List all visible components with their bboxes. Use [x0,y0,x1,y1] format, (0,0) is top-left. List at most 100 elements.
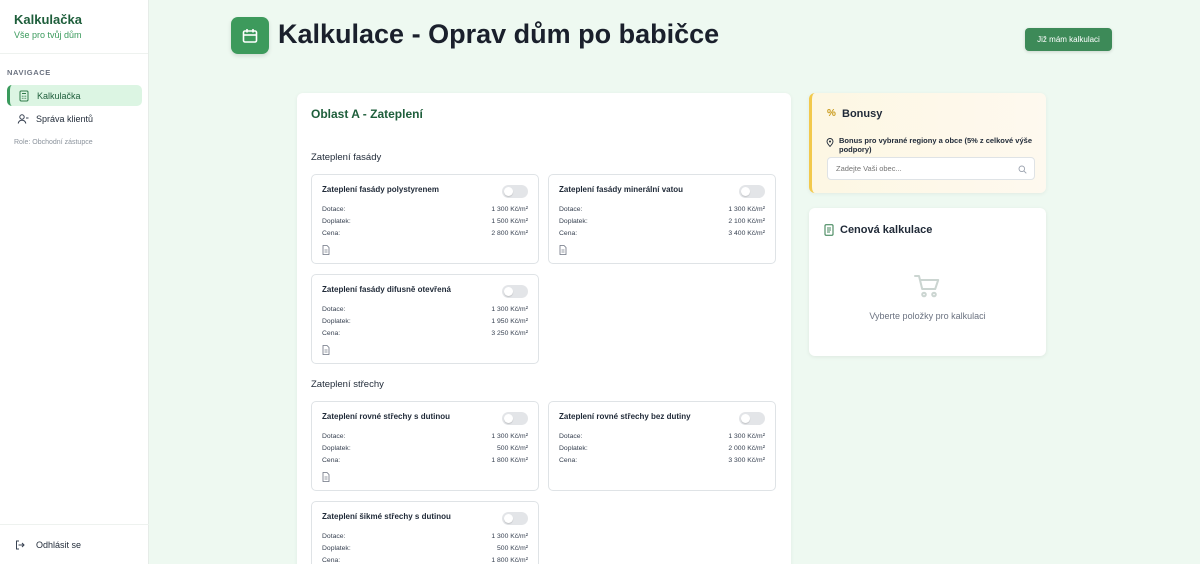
receipt-icon [824,224,834,236]
user-role: Role: Obchodní zástupce [14,139,93,146]
product-card[interactable]: Zateplení fasády minerální vatou Dotace:… [548,174,776,264]
price-row-dotace: Dotace: 1 300 Kč/m² [322,433,528,440]
price-row-cena: Cena: 3 400 Kč/m² [559,230,765,237]
price-row-dotace: Dotace: 1 300 Kč/m² [559,433,765,440]
bonus-panel: % Bonusy Bonus pro vybrané regiony a obc… [809,93,1046,193]
product-toggle[interactable] [739,412,765,425]
row-value: 2 100 Kč/m² [728,218,765,225]
sidebar-item-label: Správa klientů [36,113,94,124]
price-row-doplatek: Doplatek: 500 Kč/m² [322,445,528,452]
area-title: Oblast A - Zateplení [311,107,423,121]
price-row-dotace: Dotace: 1 300 Kč/m² [322,533,528,540]
row-label: Dotace: [559,433,583,440]
row-value: 3 300 Kč/m² [728,457,765,464]
product-name: Zateplení rovné střechy s dutinou [322,412,451,421]
product-toggle[interactable] [502,285,528,298]
price-row-dotace: Dotace: 1 300 Kč/m² [322,206,528,213]
pricing-title: Cenová kalkulace [840,224,933,236]
row-label: Doplatek: [322,445,351,452]
document-icon[interactable] [322,245,330,255]
row-label: Doplatek: [559,445,588,452]
price-row-doplatek: Doplatek: 1 500 Kč/m² [322,218,528,225]
bonus-note: Bonus pro vybrané regiony a obce (5% z c… [839,136,1032,154]
product-toggle[interactable] [739,185,765,198]
municipality-search[interactable] [827,157,1035,180]
price-row-dotace: Dotace: 1 300 Kč/m² [322,306,528,313]
price-row-doplatek: Doplatek: 1 950 Kč/m² [322,318,528,325]
location-pin-icon [826,138,834,147]
document-icon[interactable] [322,472,330,482]
product-card[interactable]: Zateplení rovné střechy bez dutiny Dotac… [548,401,776,491]
calendar-icon [231,17,269,54]
row-value: 3 250 Kč/m² [491,330,528,337]
row-value: 1 800 Kč/m² [491,457,528,464]
row-value: 3 400 Kč/m² [728,230,765,237]
row-value: 1 950 Kč/m² [491,318,528,325]
cart-icon [913,272,941,300]
logout-label: Odhlásit se [36,539,82,550]
sidebar: Kalkulačka Vše pro tvůj dům NAVIGACE Kal… [0,0,149,564]
sidebar-item-label: Kalkulačka [37,90,81,101]
sidebar-item-kalkulacka[interactable]: Kalkulačka [7,85,142,106]
row-value: 1 300 Kč/m² [728,433,765,440]
sidebar-item-sprava-klientu[interactable]: Správa klientů [7,108,142,129]
row-label: Cena: [322,557,341,564]
row-label: Cena: [322,230,341,237]
price-row-cena: Cena: 1 800 Kč/m² [322,557,528,564]
product-name: Zateplení rovné střechy bez dutiny [559,412,691,421]
row-value: 1 300 Kč/m² [491,433,528,440]
municipality-search-input[interactable] [836,164,1016,173]
row-label: Doplatek: [559,218,588,225]
row-value: 1 300 Kč/m² [491,533,528,540]
brand-title[interactable]: Kalkulačka [14,12,134,27]
product-toggle[interactable] [502,185,528,198]
price-row-doplatek: Doplatek: 2 100 Kč/m² [559,218,765,225]
price-row-cena: Cena: 3 250 Kč/m² [322,330,528,337]
row-label: Cena: [322,457,341,464]
nav-heading: NAVIGACE [7,68,51,77]
search-icon[interactable] [1018,165,1027,174]
row-value: 1 300 Kč/m² [491,306,528,313]
product-card[interactable]: Zateplení fasády difusně otevřená Dotace… [311,274,539,364]
price-row-dotace: Dotace: 1 300 Kč/m² [559,206,765,213]
row-label: Dotace: [559,206,583,213]
product-name: Zateplení fasády difusně otevřená [322,285,451,294]
document-icon[interactable] [559,245,567,255]
row-value: 1 800 Kč/m² [491,557,528,564]
product-card[interactable]: Zateplení fasády polystyrenem Dotace: 1 3… [311,174,539,264]
row-value: 500 Kč/m² [497,445,528,452]
calculator-icon [18,90,30,102]
row-label: Doplatek: [322,545,351,552]
existing-calculation-button[interactable]: Již mám kalkulaci [1025,28,1112,51]
price-row-cena: Cena: 1 800 Kč/m² [322,457,528,464]
row-label: Doplatek: [322,218,351,225]
price-row-doplatek: Doplatek: 500 Kč/m² [322,545,528,552]
pricing-panel: Cenová kalkulace Vyberte položky pro kal… [809,208,1046,356]
row-value: 1 300 Kč/m² [728,206,765,213]
price-row-cena: Cena: 2 800 Kč/m² [322,230,528,237]
section-title-fasada: Zateplení fasády [311,152,382,163]
brand-subtitle: Vše pro tvůj dům [14,30,82,40]
price-row-doplatek: Doplatek: 2 000 Kč/m² [559,445,765,452]
row-value: 2 000 Kč/m² [728,445,765,452]
empty-state-text: Vyberte položky pro kalkulaci [869,311,986,321]
product-toggle[interactable] [502,512,528,525]
product-card[interactable]: Zateplení rovné střechy s dutinou Dotace… [311,401,539,491]
product-card[interactable]: Zateplení šikmé střechy s dutinou Dotace… [311,501,539,564]
price-row-cena: Cena: 3 300 Kč/m² [559,457,765,464]
logout-button[interactable]: Odhlásit se [0,524,149,564]
document-icon[interactable] [322,345,330,355]
page-title: Kalkulace - Oprav dům po babičce [278,19,720,49]
row-label: Cena: [559,457,578,464]
row-value: 500 Kč/m² [497,545,528,552]
row-value: 1 300 Kč/m² [491,206,528,213]
user-icon [17,113,29,125]
product-toggle[interactable] [502,412,528,425]
row-value: 1 500 Kč/m² [491,218,528,225]
row-label: Dotace: [322,206,346,213]
row-value: 2 800 Kč/m² [491,230,528,237]
percent-icon: % [827,108,836,119]
row-label: Cena: [559,230,578,237]
row-label: Doplatek: [322,318,351,325]
product-name: Zateplení šikmé střechy s dutinou [322,512,451,521]
